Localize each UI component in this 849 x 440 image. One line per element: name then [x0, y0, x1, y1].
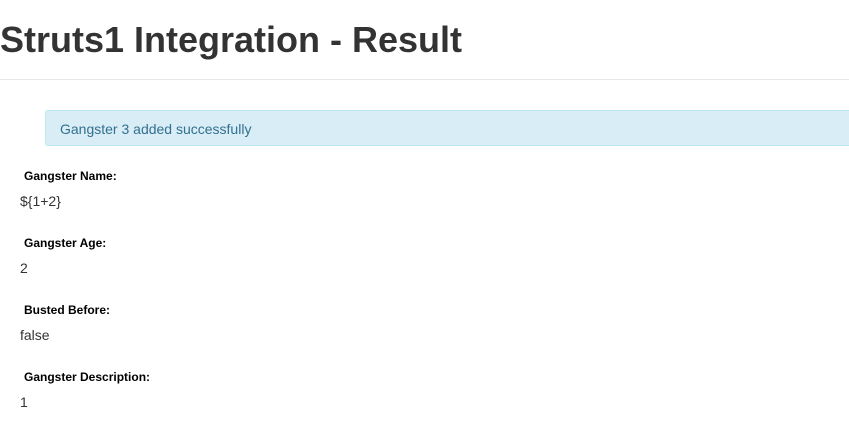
gangster-name-value: ${1+2} [20, 193, 61, 209]
gangster-age-value: 2 [20, 260, 28, 276]
busted-before-value: false [20, 327, 50, 343]
page-header: Struts1 Integration - Result [0, 0, 849, 80]
gangster-name-label: Gangster Name: [24, 169, 117, 183]
success-alert: Gangster 3 added successfully [45, 110, 849, 146]
gangster-age-label: Gangster Age: [24, 236, 107, 250]
busted-before-label: Busted Before: [24, 303, 111, 317]
gangster-description-value: 1 [20, 394, 28, 410]
gangster-description-label: Gangster Description: [24, 370, 151, 384]
page-title: Struts1 Integration - Result [0, 19, 463, 60]
